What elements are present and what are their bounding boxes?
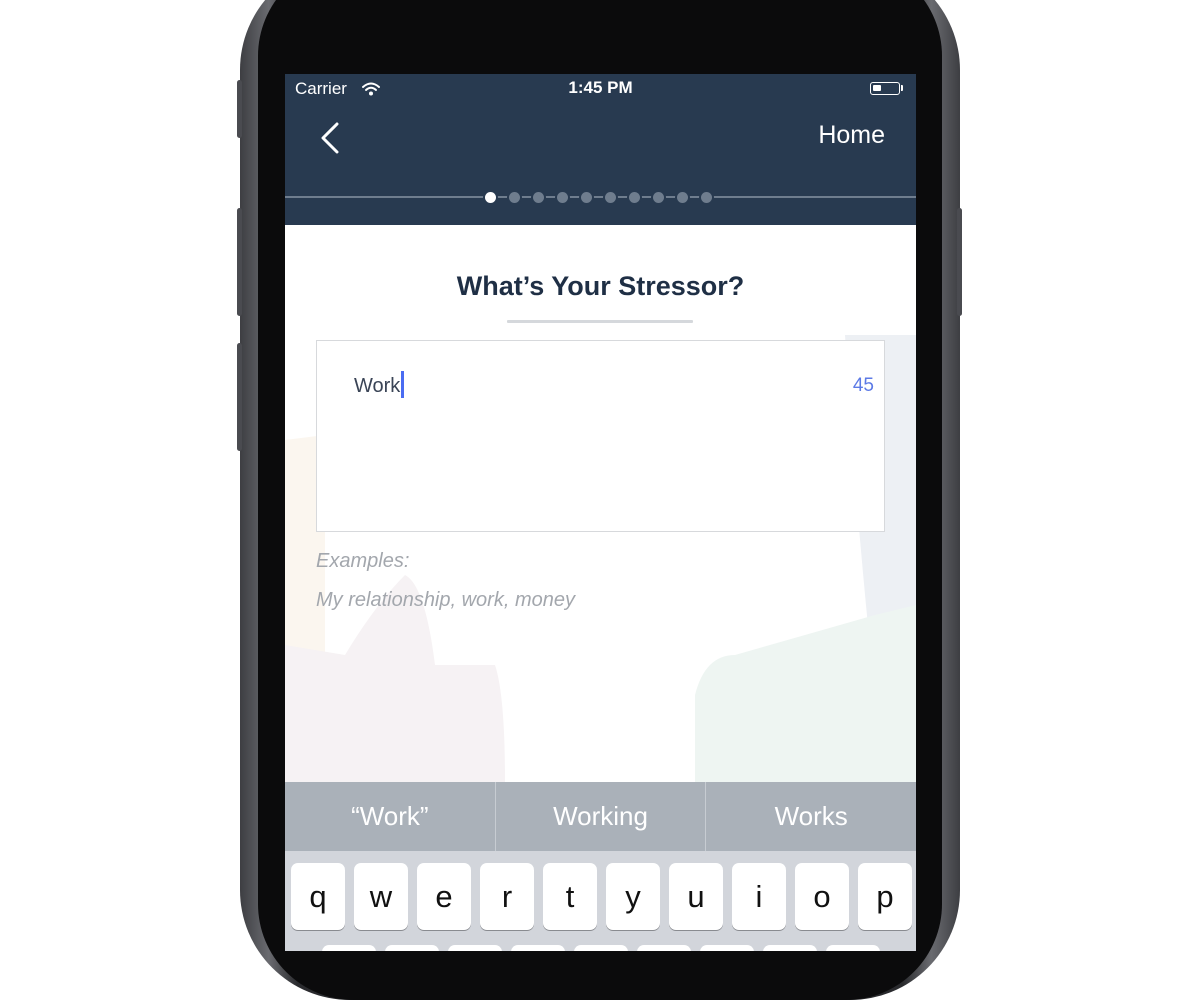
back-button[interactable] bbox=[315, 118, 351, 158]
progress-dot-9 bbox=[677, 192, 688, 203]
key-t[interactable]: t bbox=[543, 863, 597, 930]
stressor-input[interactable]: Work 45 bbox=[316, 340, 885, 532]
status-time: 1:45 PM bbox=[568, 78, 633, 97]
examples-label: Examples: bbox=[316, 550, 410, 572]
key-p[interactable]: p bbox=[858, 863, 912, 930]
progress-dot-2 bbox=[509, 192, 520, 203]
suggestion-3[interactable]: Works bbox=[705, 782, 916, 851]
key-a[interactable] bbox=[322, 945, 376, 951]
key-w[interactable]: w bbox=[354, 863, 408, 930]
key-i[interactable]: i bbox=[732, 863, 786, 930]
battery-icon bbox=[870, 82, 900, 95]
key-g[interactable] bbox=[574, 945, 628, 951]
predictive-text-bar: “Work” Working Works bbox=[285, 782, 916, 851]
home-link[interactable]: Home bbox=[818, 121, 885, 150]
progress-dot-1 bbox=[485, 192, 496, 203]
progress-dot-6 bbox=[605, 192, 616, 203]
title-underline bbox=[507, 320, 693, 323]
text-caret bbox=[401, 371, 405, 398]
phone-screen: Carrier 1:45 PM Home What’s Your Stresso… bbox=[285, 74, 916, 951]
key-y[interactable]: y bbox=[606, 863, 660, 930]
mute-switch bbox=[237, 80, 242, 138]
progress-dot-10 bbox=[701, 192, 712, 203]
key-k[interactable] bbox=[763, 945, 817, 951]
key-r[interactable]: r bbox=[480, 863, 534, 930]
key-j[interactable] bbox=[700, 945, 754, 951]
progress-dot-4 bbox=[557, 192, 568, 203]
progress-dot-8 bbox=[653, 192, 664, 203]
power-button bbox=[957, 208, 962, 316]
keyboard: “Work” Working Works q w e r t y u i o p bbox=[285, 782, 916, 951]
key-f[interactable] bbox=[511, 945, 565, 951]
key-s[interactable] bbox=[385, 945, 439, 951]
key-q[interactable]: q bbox=[291, 863, 345, 930]
key-u[interactable]: u bbox=[669, 863, 723, 930]
volume-down-button bbox=[237, 343, 242, 451]
examples-text: My relationship, work, money bbox=[316, 589, 575, 611]
progress-dots bbox=[485, 192, 712, 204]
progress-dot-7 bbox=[629, 192, 640, 203]
question-title: What’s Your Stressor? bbox=[456, 271, 745, 301]
keyboard-row-2 bbox=[322, 945, 880, 951]
key-d[interactable] bbox=[448, 945, 502, 951]
key-e[interactable]: e bbox=[417, 863, 471, 930]
suggestion-2[interactable]: Working bbox=[494, 782, 706, 851]
progress-dot-3 bbox=[533, 192, 544, 203]
key-h[interactable] bbox=[637, 945, 691, 951]
battery-fill bbox=[873, 85, 881, 91]
character-counter: 45 bbox=[852, 375, 874, 396]
key-o[interactable]: o bbox=[795, 863, 849, 930]
progress-dot-5 bbox=[581, 192, 592, 203]
chevron-left-icon bbox=[321, 122, 339, 154]
stressor-input-value: Work bbox=[354, 371, 405, 398]
app-header: Carrier 1:45 PM Home bbox=[285, 74, 916, 225]
volume-up-button bbox=[237, 208, 242, 316]
keyboard-row-1: q w e r t y u i o p bbox=[291, 863, 912, 930]
key-l[interactable] bbox=[826, 945, 880, 951]
suggestion-1[interactable]: “Work” bbox=[285, 782, 495, 851]
status-bar: Carrier 1:45 PM bbox=[285, 74, 916, 104]
battery-tip bbox=[901, 85, 903, 91]
